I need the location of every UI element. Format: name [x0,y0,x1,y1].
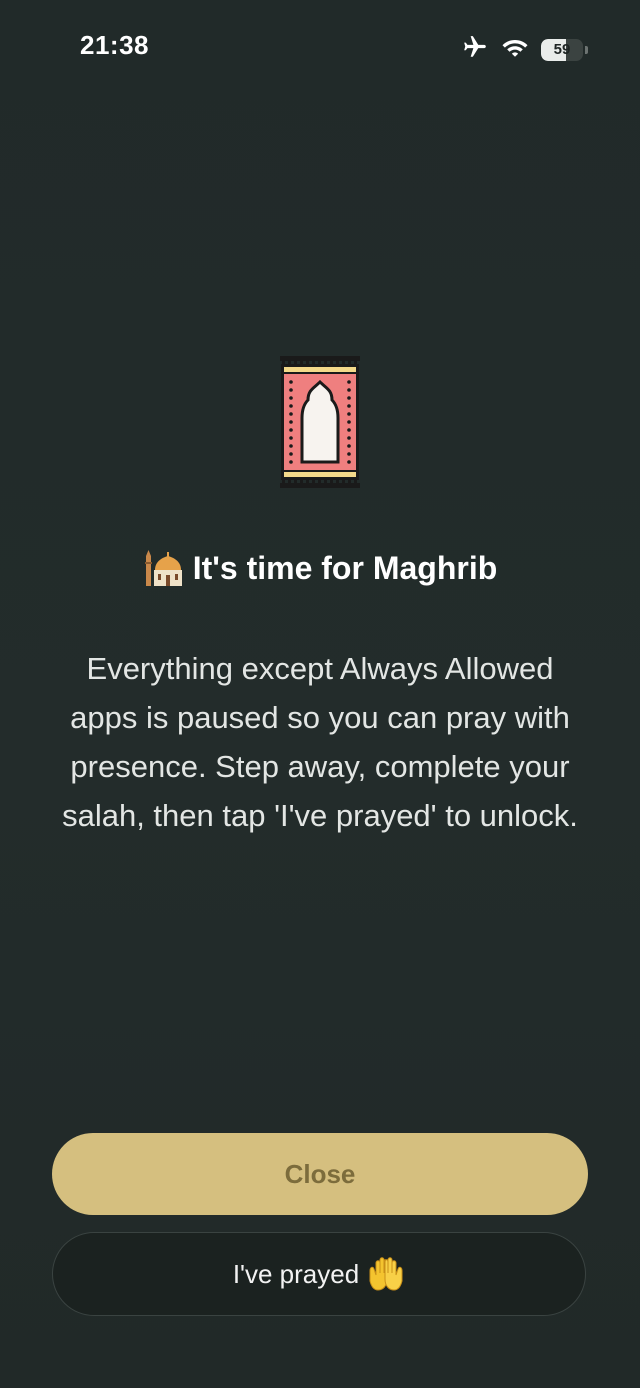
prayer-rug-icon [278,356,362,488]
status-bar: 21:38 59 [0,0,640,96]
close-button[interactable]: Close [52,1133,588,1215]
battery-tip [585,45,588,54]
ive-prayed-button[interactable]: I've prayed [52,1232,586,1316]
wifi-icon [501,36,529,63]
description-text: Everything except Always Allowed apps is… [62,651,578,833]
status-icons: 59 [461,34,588,65]
prayer-lock-screen: 21:38 59 It's time for Maghrib Everythin… [0,0,640,1388]
page-title: It's time for Maghrib [0,548,640,588]
title-text: It's time for Maghrib [192,549,498,586]
mosque-icon [143,548,183,588]
status-time: 21:38 [80,30,149,60]
raised-hands-icon [367,1257,405,1291]
ive-prayed-label: I've prayed [232,1258,360,1289]
airplane-icon [461,34,489,65]
battery-level: 59 [553,41,571,58]
battery-icon: 59 [541,38,583,61]
